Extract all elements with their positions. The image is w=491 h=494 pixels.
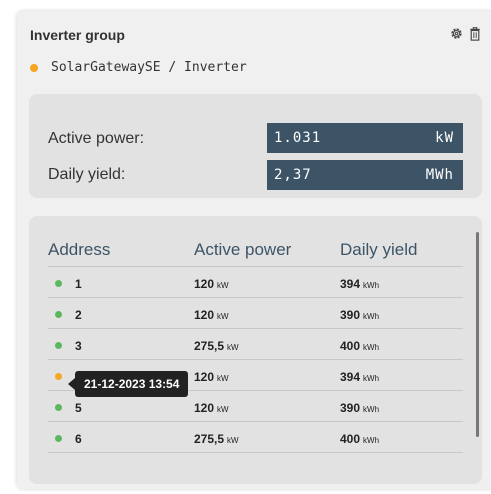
- daily-yield-label: Daily yield:: [48, 166, 126, 183]
- status-dot: [55, 342, 62, 349]
- table-row[interactable]: 6 275,5 kW 400 kWh: [48, 422, 463, 453]
- cell-active-power: 120 kW: [194, 277, 229, 291]
- cell-daily-yield: 394 kWh: [340, 277, 379, 291]
- summary-panel: Active power: 1.031 kW Daily yield: 2,37…: [29, 94, 482, 198]
- power-unit: kW: [217, 312, 229, 321]
- cell-daily-yield: 394 kWh: [340, 370, 379, 384]
- table-row[interactable]: 2 120 kW 390 kWh: [48, 298, 463, 329]
- power-value: 120: [194, 277, 215, 291]
- status-dot: [55, 311, 62, 318]
- daily-yield-unit: MWh: [425, 167, 454, 183]
- table-row[interactable]: 3 275,5 kW 400 kWh: [48, 329, 463, 360]
- card-title: Inverter group: [30, 27, 125, 43]
- scrollbar[interactable]: [476, 232, 479, 437]
- yield-unit: kWh: [363, 281, 380, 290]
- power-unit: kW: [217, 281, 229, 290]
- active-power-unit: kW: [435, 130, 454, 146]
- header-active-power: Active power: [194, 240, 292, 259]
- cell-daily-yield: 390 kWh: [340, 401, 379, 415]
- power-unit: kW: [227, 343, 239, 352]
- status-dot: [55, 435, 62, 442]
- cell-address: 3: [75, 339, 82, 353]
- cell-active-power: 275,5 kW: [194, 339, 239, 353]
- cell-address: 2: [75, 308, 82, 322]
- yield-value: 394: [340, 277, 361, 291]
- active-power-label: Active power:: [48, 130, 145, 147]
- cell-address: 6: [75, 432, 82, 446]
- inverter-table: Address Active power Daily yield 1 120 kW 3…: [29, 216, 482, 484]
- status-dot: [55, 404, 62, 411]
- header-daily-yield: Daily yield: [340, 240, 418, 259]
- cell-active-power: 120 kW: [194, 308, 229, 322]
- yield-value: 400: [340, 432, 361, 446]
- yield-value: 390: [340, 308, 361, 322]
- yield-unit: kWh: [363, 343, 380, 352]
- active-power-value-box: 1.031 kW: [267, 123, 463, 153]
- cell-active-power: 120 kW: [194, 401, 229, 415]
- yield-value: 390: [340, 401, 361, 415]
- power-value: 275,5: [194, 432, 225, 446]
- daily-yield-value-box: 2,37 MWh: [267, 160, 463, 190]
- status-dot: [30, 63, 38, 72]
- cell-daily-yield: 390 kWh: [340, 308, 379, 322]
- card-actions: [450, 27, 481, 41]
- source-name: SolarGatewaySE / Inverter: [51, 60, 247, 75]
- power-unit: kW: [227, 436, 239, 445]
- table-row[interactable]: 1 120 kW 394 kWh: [48, 267, 463, 298]
- power-value: 275,5: [194, 339, 225, 353]
- source-line: SolarGatewaySE / Inverter: [30, 60, 247, 75]
- gear-icon[interactable]: [450, 27, 463, 41]
- tooltip-text: 21-12-2023 13:54: [84, 377, 180, 391]
- yield-value: 400: [340, 339, 361, 353]
- inverter-group-card: Inverter group SolarGatewaySE / Inverter…: [17, 11, 491, 489]
- status-dot: [55, 373, 62, 380]
- yield-value: 394: [340, 370, 361, 384]
- trash-icon[interactable]: [469, 27, 481, 41]
- power-unit: kW: [217, 374, 229, 383]
- yield-unit: kWh: [363, 312, 380, 321]
- cell-active-power: 275,5 kW: [194, 432, 239, 446]
- cell-daily-yield: 400 kWh: [340, 432, 379, 446]
- daily-yield-value: 2,37: [274, 167, 312, 183]
- header-address: Address: [48, 240, 111, 259]
- power-value: 120: [194, 370, 215, 384]
- status-dot: [55, 280, 62, 287]
- active-power-value: 1.031: [274, 130, 322, 146]
- power-unit: kW: [217, 405, 229, 414]
- cell-active-power: 120 kW: [194, 370, 229, 384]
- yield-unit: kWh: [363, 436, 380, 445]
- yield-unit: kWh: [363, 374, 380, 383]
- power-value: 120: [194, 308, 215, 322]
- cell-daily-yield: 400 kWh: [340, 339, 379, 353]
- timestamp-tooltip: 21-12-2023 13:54: [67, 371, 189, 397]
- yield-unit: kWh: [363, 405, 380, 414]
- power-value: 120: [194, 401, 215, 415]
- cell-address: 1: [75, 277, 82, 291]
- cell-address: 5: [75, 401, 82, 415]
